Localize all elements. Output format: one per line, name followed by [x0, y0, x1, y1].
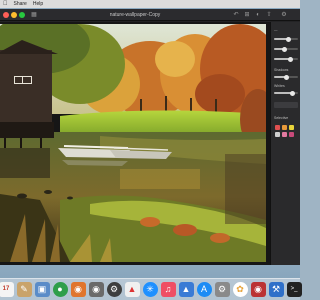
keynote-icon[interactable]: ▲ — [178, 282, 194, 297]
adjust-slider[interactable] — [274, 36, 298, 42]
apple-logo-icon[interactable]:  — [3, 0, 8, 8]
landscape-photo — [0, 24, 266, 262]
sidebar-label-whites: Whites — [274, 84, 285, 88]
pixelmator-icon[interactable]: ▲ — [124, 282, 140, 297]
color-swatch-red[interactable] — [275, 125, 280, 130]
menu-help[interactable]: Help — [33, 0, 43, 8]
music-icon[interactable]: ♫ — [160, 282, 176, 297]
notes-icon[interactable]: ✎ — [16, 282, 32, 297]
settings-icon[interactable]: ⚙ — [106, 282, 122, 297]
title-bar: ▦ nature-wallpaper-Copy ↶ ⊞ ◐ ⇧ ⚙ — [0, 9, 300, 21]
minimize-button[interactable] — [11, 12, 17, 18]
image-viewer-icon[interactable]: ◉ — [88, 282, 104, 297]
color-swatch-pink[interactable] — [282, 132, 287, 137]
app-window: ▦ nature-wallpaper-Copy ↶ ⊞ ◐ ⇧ ⚙ — Shad… — [0, 9, 300, 265]
menu-share[interactable]: Share — [14, 0, 27, 8]
adjustments-sidebar: — Shadows Whites Selective — [270, 22, 300, 265]
terminal-icon[interactable]: >_ — [286, 282, 302, 297]
photo-booth-icon[interactable]: ◉ — [250, 282, 266, 297]
sidebar-toggle-icon[interactable]: ▦ — [30, 11, 38, 19]
color-swatch-yellow[interactable] — [289, 125, 294, 130]
window-title: nature-wallpaper-Copy — [109, 12, 161, 18]
whites-slider[interactable] — [274, 90, 298, 96]
zoom-button[interactable] — [19, 12, 25, 18]
share-icon[interactable]: ⇧ — [265, 11, 273, 19]
photo-app-icon[interactable]: ● — [52, 282, 68, 297]
color-swatch-magenta[interactable] — [289, 132, 294, 137]
color-swatch-orange[interactable] — [282, 125, 287, 130]
adjust-slider[interactable] — [274, 56, 298, 62]
sidebar-section-label: — — [274, 28, 278, 32]
adjust-slider[interactable] — [274, 46, 298, 52]
photo-editor-icon[interactable]: ◉ — [70, 282, 86, 297]
adjust-icon[interactable]: ◐ — [254, 11, 262, 19]
photos-icon[interactable]: ✿ — [232, 282, 248, 297]
image-canvas[interactable] — [0, 22, 270, 265]
settings-icon[interactable]: ⚙ — [280, 11, 288, 19]
sidebar-label-selective: Selective — [274, 116, 289, 120]
histogram-button[interactable] — [274, 102, 298, 108]
shadows-slider[interactable] — [274, 74, 298, 80]
preview-icon[interactable]: ▣ — [34, 282, 50, 297]
app-store-icon[interactable]: A — [196, 282, 212, 297]
system-preferences-icon[interactable]: ⚙ — [214, 282, 230, 297]
sidebar-label-shadows: Shadows — [274, 68, 289, 72]
undo-icon[interactable]: ↶ — [232, 11, 240, 19]
crop-icon[interactable]: ⊞ — [243, 11, 251, 19]
menu-bar:  Share Help — [0, 0, 300, 8]
dock: 17 ✎ ▣ ● ◉ ◉ ⚙ ▲ ✳ ♫ ▲ A ⚙ ✿ ◉ ⚒ >_ — [0, 278, 302, 300]
xcode-icon[interactable]: ⚒ — [268, 282, 284, 297]
safari-icon[interactable]: ✳ — [142, 282, 158, 297]
calendar-day: 17 — [2, 286, 10, 292]
close-button[interactable] — [3, 12, 9, 18]
color-swatch-gray[interactable] — [275, 132, 280, 137]
calendar-icon[interactable]: 17 — [0, 282, 14, 297]
